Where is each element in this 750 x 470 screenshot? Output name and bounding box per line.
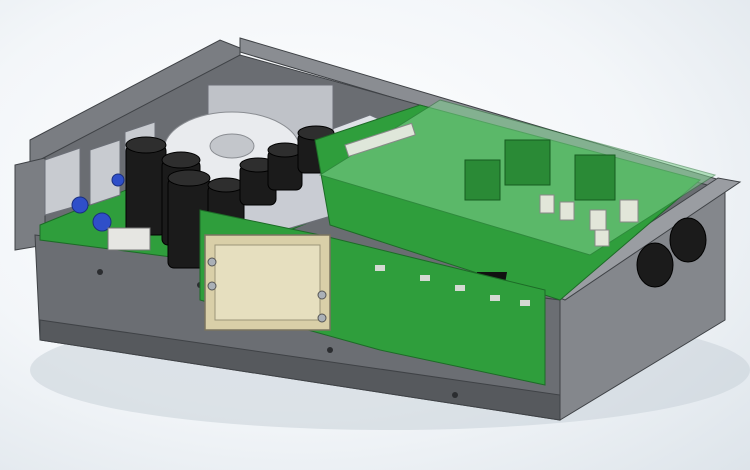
toroid-center <box>209 133 255 159</box>
enclosure-render <box>14 37 750 430</box>
power-connector <box>107 227 151 251</box>
render-scene <box>0 0 750 470</box>
connector-plate-inner <box>214 244 321 321</box>
